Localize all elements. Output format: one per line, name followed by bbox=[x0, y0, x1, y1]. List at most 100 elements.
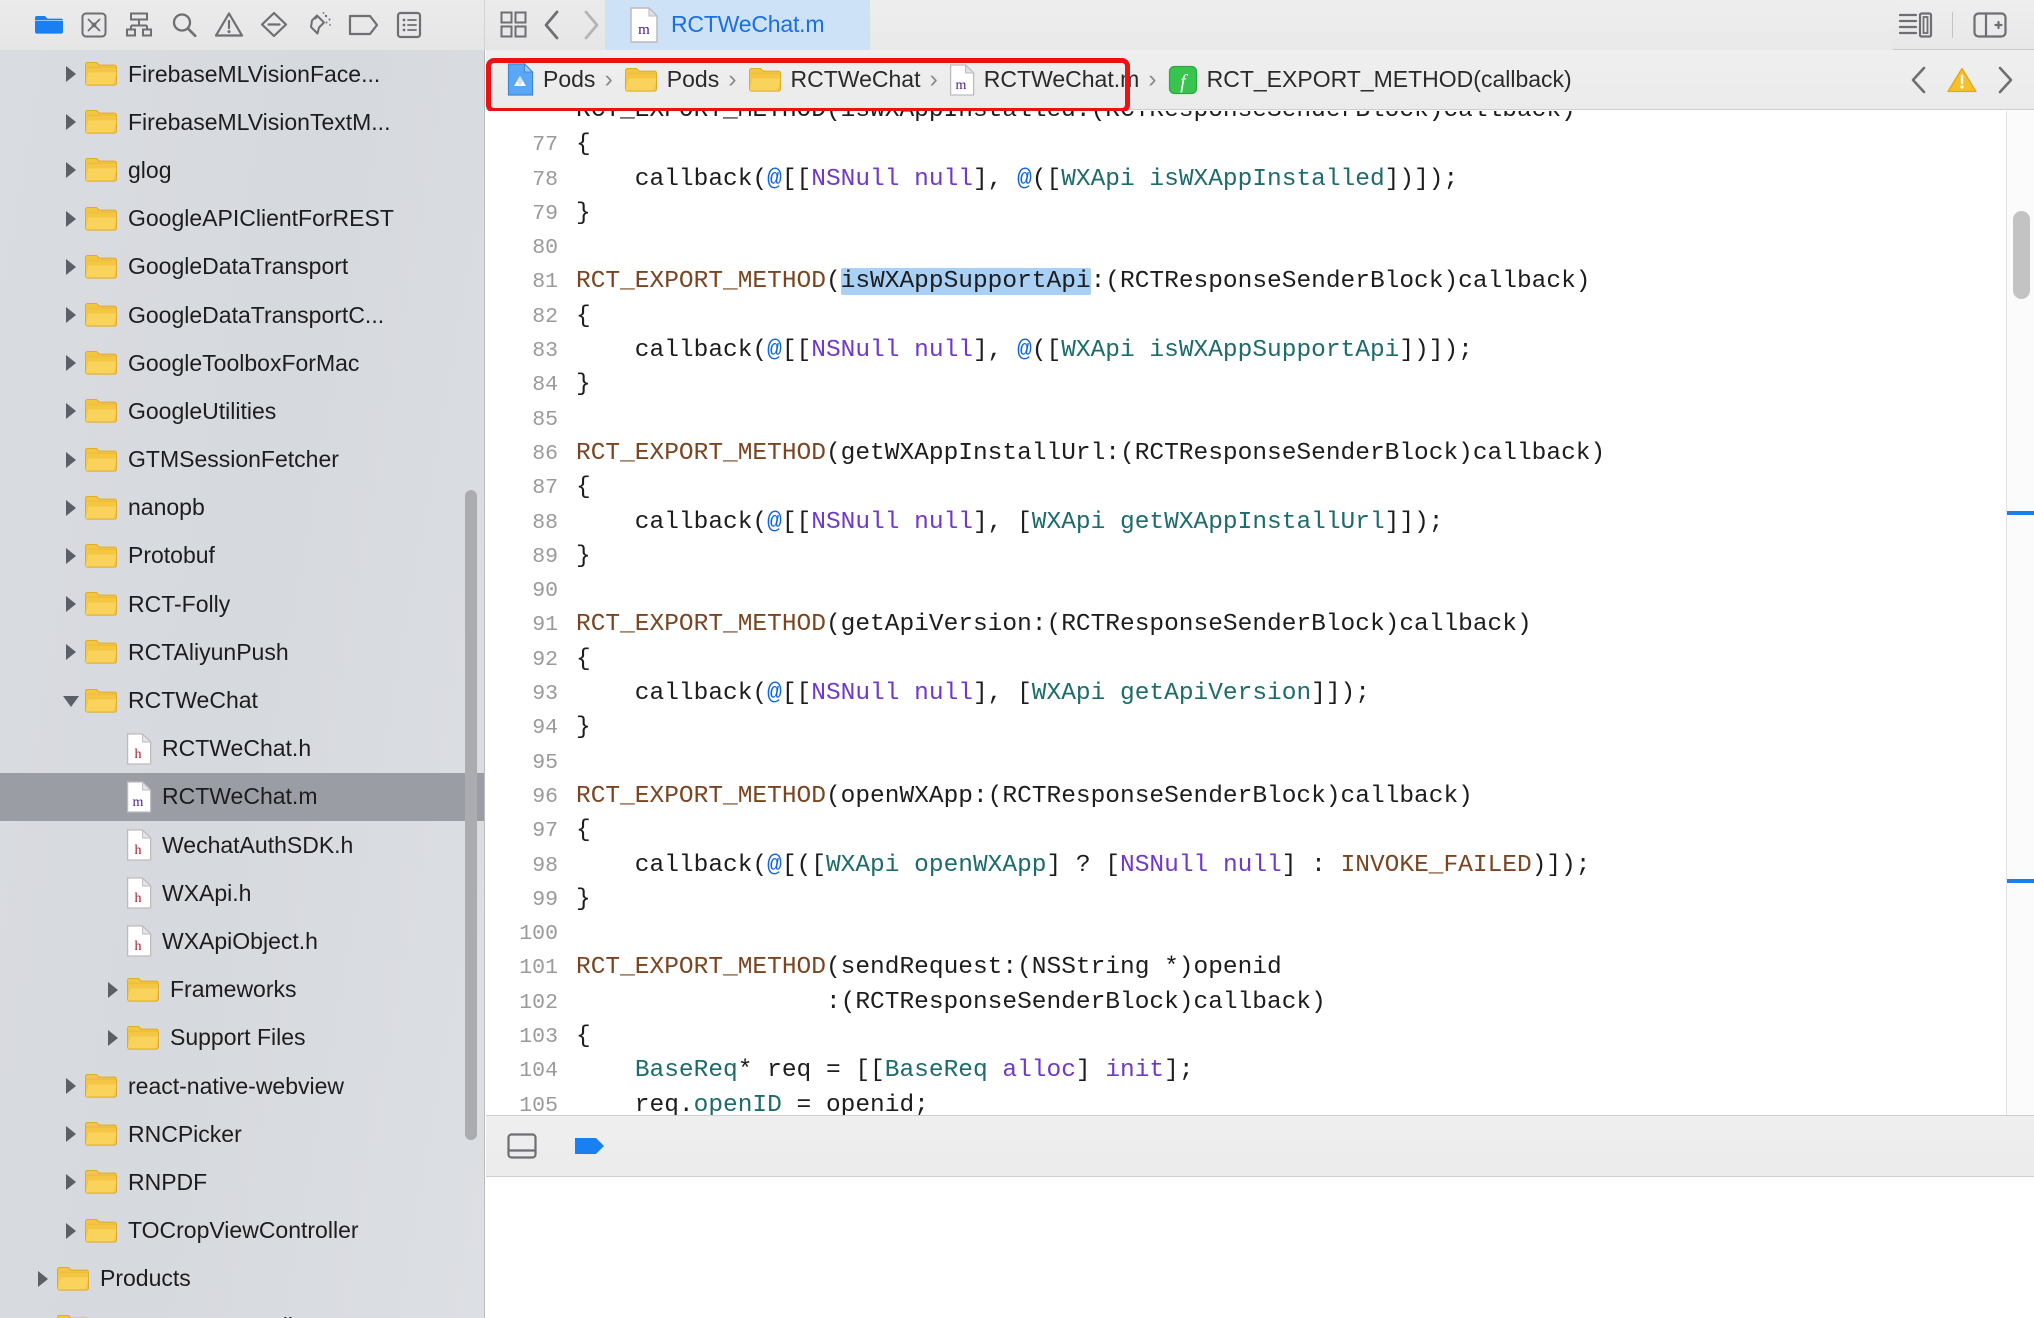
code-line[interactable]: RCT_EXPORT_METHOD(isWXAppInstalled:(RCTR… bbox=[486, 111, 2034, 128]
warning-triangle-icon[interactable] bbox=[1946, 66, 1978, 94]
breadcrumb-item[interactable]: m RCTWeChat.m bbox=[940, 63, 1147, 96]
breadcrumb-item[interactable]: RCTWeChat bbox=[739, 66, 928, 94]
file-tree-row[interactable]: GTMSessionFetcher bbox=[0, 436, 484, 484]
code-line[interactable]: 94} bbox=[486, 711, 2034, 745]
chevron-right-icon[interactable] bbox=[30, 1269, 56, 1289]
test-navigator-icon[interactable] bbox=[251, 6, 296, 44]
chevron-right-icon[interactable] bbox=[58, 594, 84, 614]
editor-vertical-scrollbar[interactable] bbox=[2006, 111, 2034, 1115]
chevron-right-icon[interactable] bbox=[58, 401, 84, 421]
code-line[interactable]: 99} bbox=[486, 883, 2034, 917]
code-line[interactable]: 80 bbox=[486, 231, 2034, 265]
code-line[interactable]: 100 bbox=[486, 917, 2034, 951]
code-line[interactable]: 104 BaseReq* req = [[BaseReq alloc] init… bbox=[486, 1054, 2034, 1088]
source-code-editor[interactable]: RCT_EXPORT_METHOD(isWXAppInstalled:(RCTR… bbox=[486, 111, 2034, 1115]
file-tree-row[interactable]: h WXApi.h bbox=[0, 869, 484, 917]
chevron-right-icon[interactable] bbox=[58, 160, 84, 180]
chevron-right-icon[interactable] bbox=[58, 1124, 84, 1144]
file-tree-row[interactable]: Frameworks bbox=[0, 966, 484, 1014]
file-tree-row[interactable]: RNPDF bbox=[0, 1158, 484, 1206]
go-back-button[interactable] bbox=[538, 6, 567, 44]
project-navigator-icon[interactable] bbox=[26, 6, 71, 44]
toggle-debug-area-icon[interactable] bbox=[506, 1130, 538, 1162]
chevron-right-icon[interactable] bbox=[58, 498, 84, 518]
file-tree-row[interactable]: FirebaseMLVisionFace... bbox=[0, 50, 484, 98]
file-tree-row[interactable]: GoogleToolboxForMac bbox=[0, 339, 484, 387]
breadcrumb[interactable]: Pods › Pods › RCTWeChat › m RCTWeChat.m › f RCT_EX… bbox=[498, 58, 1579, 102]
chevron-down-icon[interactable] bbox=[58, 692, 84, 710]
debug-navigator-icon[interactable] bbox=[296, 6, 341, 44]
code-line[interactable]: 84} bbox=[486, 368, 2034, 402]
code-line[interactable]: 85 bbox=[486, 403, 2034, 437]
file-tree-row[interactable]: glog bbox=[0, 146, 484, 194]
chevron-right-icon[interactable] bbox=[100, 1028, 126, 1048]
code-line[interactable]: 95 bbox=[486, 746, 2034, 780]
file-tree-row[interactable]: nanopb bbox=[0, 484, 484, 532]
issue-navigator-icon[interactable] bbox=[206, 6, 251, 44]
file-tree-row[interactable]: GoogleDataTransport bbox=[0, 243, 484, 291]
project-navigator-panel[interactable]: FirebaseMLVisionFace... FirebaseMLVisionT… bbox=[0, 50, 485, 1318]
add-editor-icon[interactable] bbox=[1967, 6, 2012, 44]
editor-scrollbar-thumb[interactable] bbox=[2013, 211, 2030, 299]
file-tree-row[interactable]: FirebaseMLVisionTextM... bbox=[0, 98, 484, 146]
file-tree-row[interactable]: react-native-webview bbox=[0, 1062, 484, 1110]
chevron-right-icon[interactable] bbox=[58, 1172, 84, 1192]
chevron-right-icon[interactable] bbox=[58, 112, 84, 132]
chevron-right-icon[interactable] bbox=[58, 450, 84, 470]
file-tree-row[interactable]: TOCropViewController bbox=[0, 1207, 484, 1255]
breadcrumb-item[interactable]: f RCT_EXPORT_METHOD(callback) bbox=[1159, 65, 1579, 95]
code-line[interactable]: 77 { bbox=[486, 128, 2034, 162]
previous-issue-button[interactable] bbox=[1910, 65, 1928, 95]
code-line[interactable]: 105 req.openID = openid; bbox=[486, 1089, 2034, 1115]
code-line[interactable]: 83 callback(@[[NSNull null], @([WXApi is… bbox=[486, 334, 2034, 368]
code-line[interactable]: 90 bbox=[486, 574, 2034, 608]
chevron-right-icon[interactable] bbox=[100, 980, 126, 1000]
chevron-right-icon[interactable] bbox=[58, 64, 84, 84]
file-tree-row[interactable]: Protobuf bbox=[0, 532, 484, 580]
file-tree-row[interactable]: RNCPicker bbox=[0, 1110, 484, 1158]
code-line[interactable]: 96 RCT_EXPORT_METHOD(openWXApp:(RCTRespon… bbox=[486, 780, 2034, 814]
chevron-right-icon[interactable] bbox=[58, 1221, 84, 1241]
chevron-right-icon[interactable] bbox=[58, 257, 84, 277]
code-line[interactable]: 87 { bbox=[486, 471, 2034, 505]
code-line[interactable]: 98 callback(@[([WXApi openWXApp] ? [NSNu… bbox=[486, 849, 2034, 883]
file-tree-row[interactable]: RCT-Folly bbox=[0, 580, 484, 628]
file-tree-row[interactable]: GoogleAPIClientForREST bbox=[0, 195, 484, 243]
file-tree-row[interactable]: Targets Support Files bbox=[0, 1303, 484, 1318]
code-line[interactable]: 88 callback(@[[NSNull null], [WXApi getW… bbox=[486, 506, 2034, 540]
file-tree-row[interactable]: RCTAliyunPush bbox=[0, 628, 484, 676]
chevron-right-icon[interactable] bbox=[58, 209, 84, 229]
code-line[interactable]: 79} bbox=[486, 197, 2034, 231]
code-line[interactable]: 89} bbox=[486, 540, 2034, 574]
code-line[interactable]: 93 callback(@[[NSNull null], [WXApi getA… bbox=[486, 677, 2034, 711]
code-line[interactable]: 92 { bbox=[486, 643, 2034, 677]
code-line[interactable]: 101 RCT_EXPORT_METHOD(sendRequest:(NSStri… bbox=[486, 951, 2034, 985]
chevron-right-icon[interactable] bbox=[58, 305, 84, 325]
chevron-right-icon[interactable] bbox=[58, 1076, 84, 1096]
file-tree-row[interactable]: Products bbox=[0, 1255, 484, 1303]
chevron-right-icon[interactable] bbox=[58, 546, 84, 566]
find-navigator-icon[interactable] bbox=[161, 6, 206, 44]
breadcrumb-item[interactable]: Pods bbox=[615, 66, 726, 94]
code-line[interactable]: 91 RCT_EXPORT_METHOD(getApiVersion:(RCTRe… bbox=[486, 608, 2034, 642]
breakpoint-flag-icon[interactable] bbox=[574, 1134, 608, 1158]
chevron-right-icon[interactable] bbox=[58, 642, 84, 662]
report-navigator-icon[interactable] bbox=[386, 6, 431, 44]
project-file-tree[interactable]: FirebaseMLVisionFace... FirebaseMLVisionT… bbox=[0, 50, 484, 1318]
symbol-navigator-icon[interactable] bbox=[116, 6, 161, 44]
editor-tab-rctwechat-m[interactable]: m RCTWeChat.m bbox=[605, 0, 870, 50]
source-control-navigator-icon[interactable] bbox=[71, 6, 116, 44]
document-items-icon[interactable] bbox=[499, 6, 528, 44]
code-line[interactable]: 82 { bbox=[486, 300, 2034, 334]
hide-inspector-icon[interactable] bbox=[1893, 6, 1938, 44]
breakpoint-navigator-icon[interactable] bbox=[341, 6, 386, 44]
file-tree-row-selected[interactable]: m RCTWeChat.m bbox=[0, 772, 484, 821]
file-tree-row[interactable]: GoogleUtilities bbox=[0, 387, 484, 435]
code-lines[interactable]: RCT_EXPORT_METHOD(isWXAppInstalled:(RCTR… bbox=[486, 111, 2034, 1115]
go-forward-button[interactable] bbox=[576, 6, 605, 44]
breadcrumb-item[interactable]: Pods bbox=[498, 63, 602, 96]
file-tree-row[interactable]: GoogleDataTransportC... bbox=[0, 291, 484, 339]
file-tree-row[interactable]: h WechatAuthSDK.h bbox=[0, 821, 484, 869]
file-tree-row[interactable]: h RCTWeChat.h bbox=[0, 725, 484, 773]
code-line[interactable]: 102 :(RCTResponseSenderBlock)callback) bbox=[486, 986, 2034, 1020]
